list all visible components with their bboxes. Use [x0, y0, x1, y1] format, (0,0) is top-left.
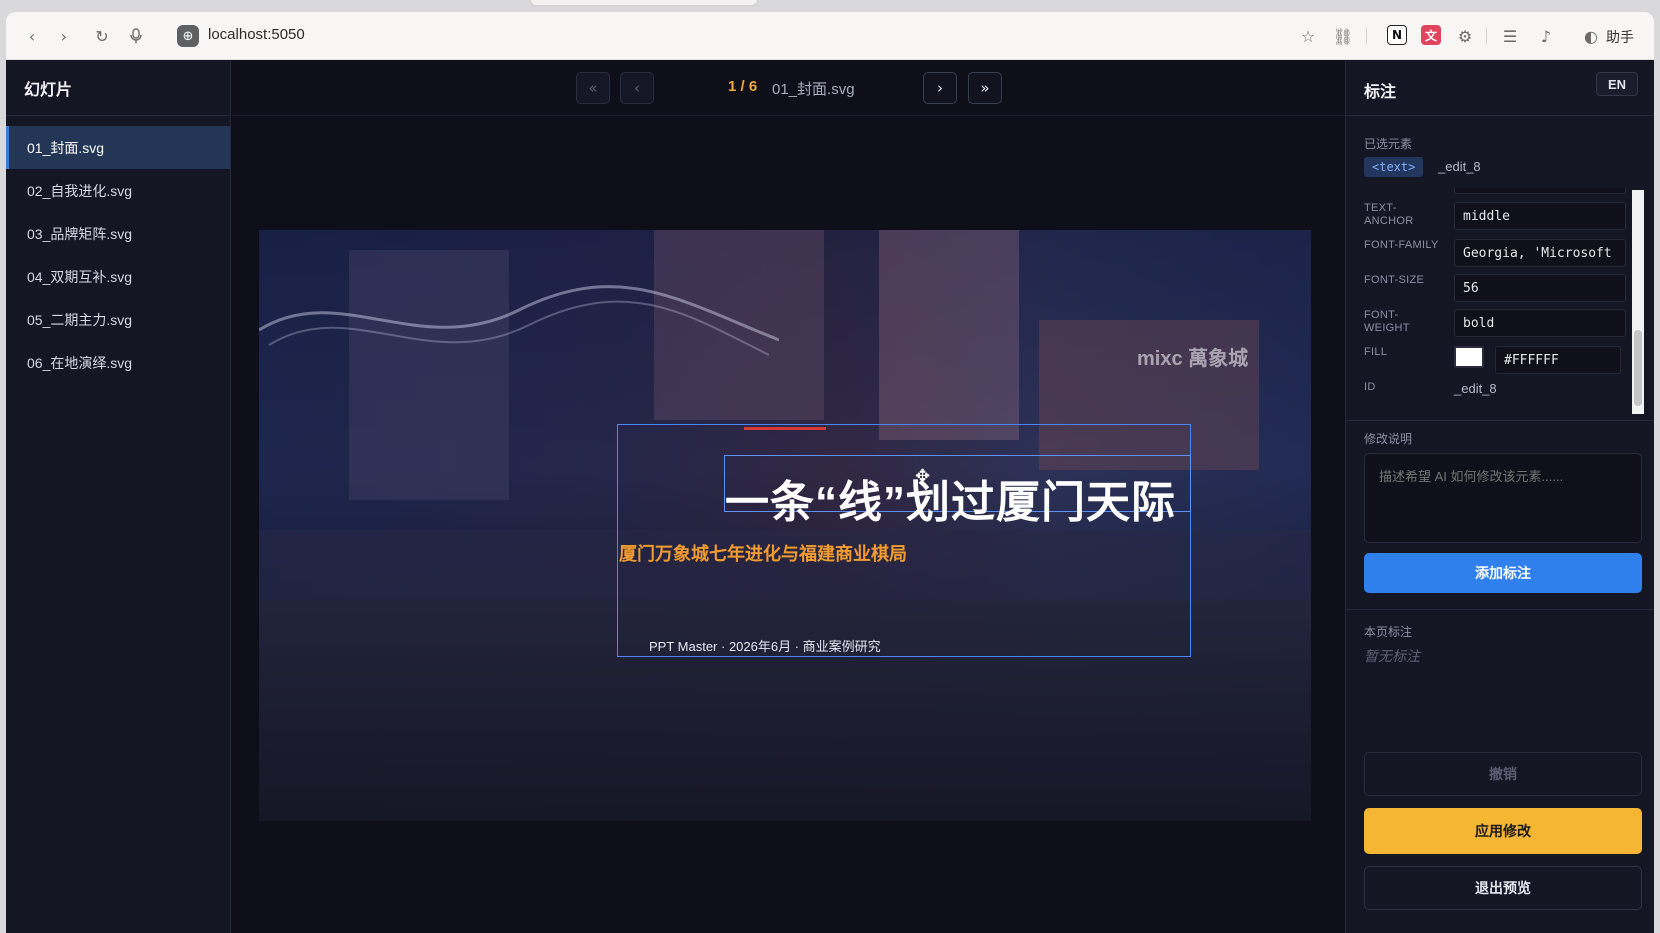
forward-icon[interactable]: ›	[52, 24, 76, 48]
mall-sign: mixc 萬象城	[1137, 348, 1249, 370]
current-slide-filename: 01_封面.svg	[772, 81, 855, 98]
prop-input-font-family[interactable]: Georgia, 'Microsoft	[1454, 239, 1626, 267]
panel-title: 标注	[1364, 84, 1397, 101]
app-root: 幻灯片 01_封面.svg 02_自我进化.svg 03_品牌矩阵.svg 04…	[6, 60, 1654, 933]
bookmark-star-icon[interactable]: ☆	[1296, 24, 1320, 48]
slide-list: 01_封面.svg 02_自我进化.svg 03_品牌矩阵.svg 04_双期互…	[6, 116, 230, 384]
sidebar-title: 幻灯片	[6, 60, 230, 116]
apply-changes-button[interactable]: 应用修改	[1364, 808, 1642, 854]
empty-notes-text: 暂无标注	[1364, 648, 1420, 664]
language-toggle-button[interactable]: EN	[1596, 72, 1638, 96]
share-link-icon[interactable]: ⛓	[1331, 24, 1355, 48]
note-label: 修改说明	[1364, 432, 1413, 446]
prop-id-value: _edit_8	[1454, 381, 1497, 396]
translate-extension-icon[interactable]: 文	[1421, 25, 1441, 45]
slide-item[interactable]: 03_品牌矩阵.svg	[6, 212, 230, 255]
notion-extension-icon[interactable]: N	[1387, 25, 1407, 45]
preview-area: « ‹ 1 / 6 01_封面.svg › » mixc 萬象城 一条“线”划过…	[232, 60, 1345, 933]
browser-toolbar: ‹ › ↻ ⊕ localhost:5050 ☆ ⛓ N 文 ⚙ ☰ ♪ ◐ 助…	[6, 12, 1654, 60]
prop-key: TEXT-ANCHOR	[1364, 202, 1414, 227]
slide-item[interactable]: 02_自我进化.svg	[6, 169, 230, 212]
prop-key: ID	[1364, 381, 1376, 393]
slide-footer[interactable]: PPT Master · 2026年6月 · 商业案例研究	[649, 636, 881, 655]
toolbar-divider	[1366, 28, 1367, 44]
slide-item[interactable]: 04_双期互补.svg	[6, 255, 230, 298]
divider	[1346, 609, 1654, 610]
add-annotation-button[interactable]: 添加标注	[1364, 553, 1642, 593]
fill-color-swatch[interactable]	[1454, 346, 1484, 368]
first-slide-button[interactable]: «	[576, 72, 610, 104]
browser-tab-indicator	[530, 0, 758, 6]
prop-input-font-weight[interactable]: bold	[1454, 309, 1626, 337]
move-cursor-icon: ✥	[915, 466, 931, 487]
note-textarea[interactable]	[1364, 453, 1642, 543]
assistant-icon[interactable]: ◐	[1579, 24, 1603, 48]
prop-input-fill[interactable]: #FFFFFF	[1495, 346, 1621, 374]
slide-title[interactable]: 一条“线”划过厦门天际	[725, 466, 1176, 530]
last-slide-button[interactable]: »	[968, 72, 1002, 104]
exit-preview-button[interactable]: 退出预览	[1364, 866, 1642, 910]
site-info-icon[interactable]: ⊕	[177, 25, 199, 47]
prop-input-font-size[interactable]: 56	[1454, 274, 1626, 302]
slides-sidebar: 幻灯片 01_封面.svg 02_自我进化.svg 03_品牌矩阵.svg 04…	[6, 60, 231, 933]
annotation-panel: 标注 EN 已选元素 <text> _edit_8 TEXT-ANCHOR mi…	[1345, 60, 1654, 933]
assistant-label[interactable]: 助手	[1606, 27, 1634, 47]
slide-counter: 1 / 6	[728, 78, 758, 95]
panel-header: 标注 EN	[1346, 60, 1654, 116]
next-slide-button[interactable]: ›	[923, 72, 957, 104]
back-icon[interactable]: ‹	[20, 24, 44, 48]
prev-slide-button[interactable]: ‹	[620, 72, 654, 104]
prop-input-text-anchor[interactable]: middle	[1454, 202, 1626, 230]
prop-key: FONT-SIZE	[1364, 274, 1425, 286]
property-list: TEXT-ANCHOR middle FONT-FAMILY Georgia, …	[1364, 188, 1626, 410]
page-notes-label: 本页标注	[1364, 625, 1413, 639]
light-ribbon	[259, 285, 779, 356]
accent-line	[744, 427, 826, 430]
scrollbar-thumb[interactable]	[1634, 330, 1642, 406]
undo-button[interactable]: 撤销	[1364, 752, 1642, 796]
divider	[1346, 420, 1654, 421]
property-scrollbar[interactable]	[1632, 190, 1644, 414]
billboard	[879, 230, 1019, 440]
slide-subtitle[interactable]: 厦门万象城七年进化与福建商业棋局	[619, 540, 907, 566]
reload-icon[interactable]: ↻	[90, 24, 114, 48]
slide-canvas[interactable]: mixc 萬象城 一条“线”划过厦门天际 厦门万象城七年进化与福建商业棋局 PP…	[259, 230, 1311, 821]
slide-item[interactable]: 01_封面.svg	[6, 126, 230, 169]
slide-item[interactable]: 06_在地演绎.svg	[6, 341, 230, 384]
reading-list-icon[interactable]: ☰	[1498, 24, 1522, 48]
extensions-puzzle-icon[interactable]: ⚙	[1453, 24, 1477, 48]
slide-item[interactable]: 05_二期主力.svg	[6, 298, 230, 341]
prop-key: FONT-WEIGHT	[1364, 309, 1410, 334]
slide-pager: « ‹ 1 / 6 01_封面.svg › »	[232, 60, 1345, 116]
address-bar-url[interactable]: localhost:5050	[208, 26, 305, 43]
selected-element-label: 已选元素	[1364, 137, 1413, 151]
browser-window: ‹ › ↻ ⊕ localhost:5050 ☆ ⛓ N 文 ⚙ ☰ ♪ ◐ 助…	[6, 12, 1654, 933]
element-id-label: _edit_8	[1438, 159, 1481, 174]
microphone-icon[interactable]	[124, 24, 148, 48]
prop-key: FONT-FAMILY	[1364, 239, 1439, 251]
prop-input-partial[interactable]	[1454, 188, 1626, 194]
element-tag-badge: <text>	[1364, 157, 1424, 177]
audio-wave-icon[interactable]: ♪	[1534, 24, 1558, 48]
prop-key: FILL	[1364, 346, 1388, 358]
toolbar-divider	[1486, 28, 1487, 44]
